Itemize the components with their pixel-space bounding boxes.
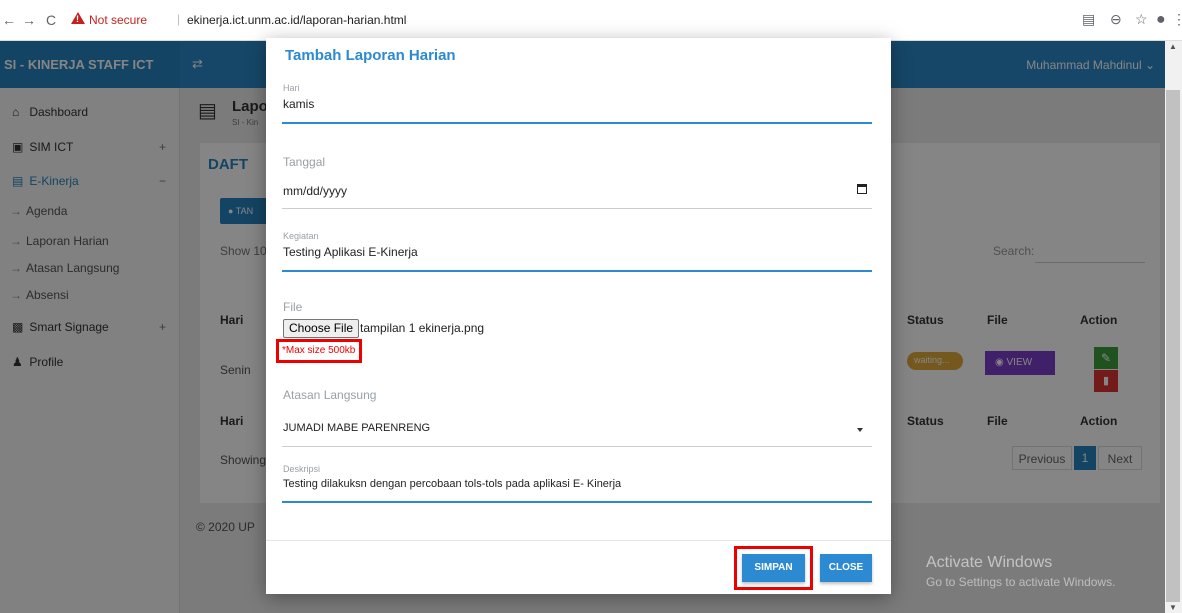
activate-windows-subtitle: Go to Settings to activate Windows.	[926, 575, 1116, 589]
kebab-menu-icon[interactable]: ⋮	[1172, 11, 1182, 28]
deskripsi-input[interactable]: Testing dilakuksn dengan percobaan tols-…	[283, 478, 621, 490]
atasan-underline	[282, 446, 872, 447]
kegiatan-input[interactable]: Testing Aplikasi E-Kinerja	[283, 245, 418, 259]
chevron-down-icon[interactable]	[857, 428, 863, 432]
address-bar[interactable]: ekinerja.ict.unm.ac.id/laporan-harian.ht…	[187, 13, 406, 27]
atasan-label: Atasan Langsung	[283, 388, 377, 402]
scroll-down-icon[interactable]: ▼	[1169, 603, 1177, 612]
zoom-icon[interactable]: ⊖	[1110, 11, 1122, 28]
max-size-note: *Max size 500kb	[276, 339, 362, 363]
reload-icon[interactable]: C	[46, 12, 56, 28]
security-status[interactable]: Not secure	[89, 13, 147, 27]
deskripsi-underline	[282, 501, 872, 503]
account-icon[interactable]: ●	[1156, 11, 1166, 29]
tanggal-input[interactable]: mm/dd/yyyy	[283, 184, 347, 198]
save-button[interactable]: SIMPAN	[742, 554, 805, 582]
tanggal-underline	[282, 208, 872, 209]
hari-underline	[282, 122, 872, 124]
warning-icon[interactable]	[71, 12, 85, 24]
back-arrow-icon[interactable]: ←	[2, 12, 16, 28]
scrollbar-thumb[interactable]	[1166, 90, 1180, 602]
kegiatan-underline	[282, 270, 872, 272]
scroll-up-icon[interactable]: ▲	[1169, 42, 1177, 51]
hari-input[interactable]: kamis	[283, 97, 314, 111]
activate-windows-title: Activate Windows	[926, 554, 1053, 571]
deskripsi-label: Deskripsi	[283, 464, 321, 474]
choose-file-button[interactable]: Choose File	[283, 319, 360, 338]
atasan-select[interactable]: JUMADI MABE PARENRENG	[283, 422, 430, 434]
kegiatan-label: Kegiatan	[283, 231, 319, 241]
selected-file-name: tampilan 1 ekinerja.png	[360, 321, 485, 335]
hari-label: Hari	[283, 83, 300, 93]
add-report-modal: Tambah Laporan Harian Hari kamis Tanggal…	[266, 38, 891, 594]
modal-title: Tambah Laporan Harian	[285, 47, 456, 64]
translate-icon[interactable]: ▤	[1082, 11, 1095, 28]
tanggal-label: Tanggal	[283, 155, 326, 169]
modal-footer-divider	[266, 540, 891, 541]
browser-toolbar: ← → C Not secure | ekinerja.ict.unm.ac.i…	[0, 0, 1182, 41]
calendar-icon[interactable]	[857, 184, 867, 194]
close-button[interactable]: CLOSE	[820, 554, 872, 582]
forward-arrow-icon[interactable]: →	[22, 12, 36, 28]
url-separator: |	[177, 12, 181, 26]
bookmark-star-icon[interactable]: ☆	[1135, 11, 1148, 28]
file-label: File	[283, 300, 303, 314]
